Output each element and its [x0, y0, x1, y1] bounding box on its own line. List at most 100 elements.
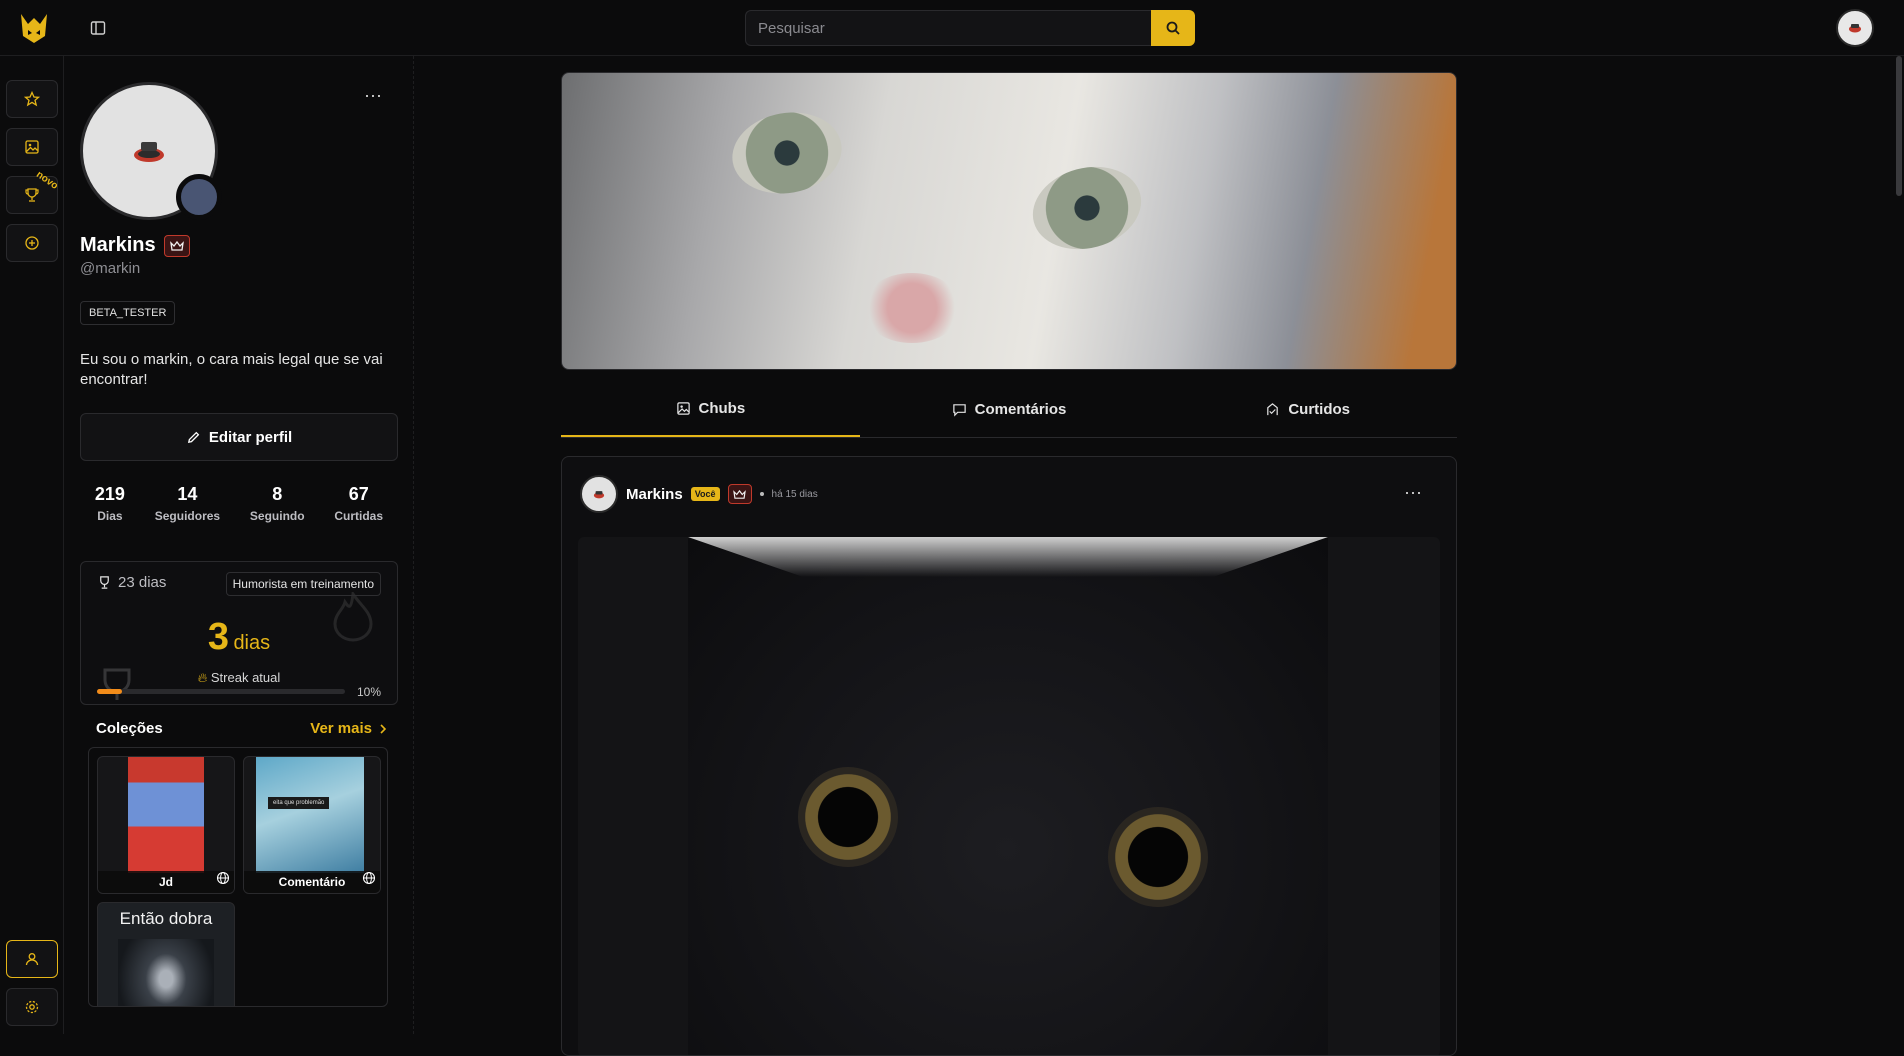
user-icon — [25, 953, 39, 966]
banner-cat-eye — [1023, 155, 1151, 261]
comment-icon — [952, 404, 966, 417]
crown-icon — [163, 234, 190, 257]
edit-profile-button[interactable]: Editar perfil — [80, 413, 398, 461]
rail-add-button[interactable] — [6, 224, 58, 262]
tab-liked[interactable]: Curtidos — [1158, 382, 1457, 437]
collection-thumbnail: eita que problemão — [256, 757, 364, 873]
see-more-label: Ver mais — [310, 720, 372, 737]
post-author-name[interactable]: Markins — [626, 486, 683, 503]
stat-following[interactable]: 8 Seguindo — [250, 484, 305, 523]
stat-label: Dias — [97, 509, 123, 523]
collection-card[interactable]: Jd — [97, 756, 235, 894]
rail-settings-button[interactable] — [6, 988, 58, 1026]
tab-label: Chubs — [698, 400, 746, 417]
profile-tabs: Chubs Comentários Curtidos — [561, 382, 1457, 438]
collections-see-more-link[interactable]: Ver mais — [310, 720, 388, 737]
tab-chubs[interactable]: Chubs — [561, 382, 860, 437]
stat-label: Curtidas — [334, 509, 384, 523]
cat-eye — [1108, 807, 1208, 907]
tab-label: Comentários — [974, 401, 1067, 418]
profile-name-row: Markins — [80, 234, 190, 257]
profile-banner — [561, 72, 1457, 370]
rail-trophies-button[interactable]: novo — [6, 169, 60, 214]
collection-thumbnail — [118, 939, 214, 1006]
post-image — [688, 537, 1328, 1055]
stat-days[interactable]: 219 Dias — [95, 484, 125, 523]
tab-label: Curtidos — [1288, 401, 1351, 418]
left-rail: novo — [0, 56, 64, 1034]
profile-handle: @markin — [80, 260, 141, 277]
post-more-button[interactable]: ⋯ — [1404, 483, 1422, 504]
search-icon — [1166, 21, 1180, 35]
profile-more-button[interactable]: ⋯ — [364, 86, 382, 107]
streak-progress-bar — [97, 689, 345, 694]
collection-label: Então dobra — [119, 909, 213, 928]
post-author-avatar[interactable] — [580, 475, 618, 513]
post-card: Markins Você há 15 dias ⋯ — [561, 456, 1457, 1056]
beta-badge: BETA_TESTER — [80, 301, 176, 325]
thumbnail-caption: eita que problemão — [268, 797, 330, 809]
collection-card[interactable]: Então dobra — [97, 902, 235, 1006]
profile-bio: Eu sou o markin, o cara mais legal que s… — [80, 351, 383, 388]
post-media[interactable] — [578, 537, 1440, 1055]
profile-name: Markins — [80, 234, 156, 256]
user-avatar[interactable] — [1836, 9, 1874, 47]
trophy-icon — [100, 576, 109, 589]
rail-favorites-button[interactable] — [6, 80, 58, 118]
cat-eye — [798, 767, 898, 867]
stat-value: 67 — [348, 484, 369, 504]
streak-card: 23 dias Humorista em treinamento 3 dias … — [80, 561, 398, 705]
banner-cat-nose — [862, 273, 962, 343]
plus-circle-icon — [25, 236, 39, 250]
streak-unit: dias — [233, 632, 271, 654]
banner-cat-eye — [725, 104, 849, 202]
collection-thumbnail — [128, 757, 204, 873]
streak-label: 🔥︎ Streak atual — [81, 670, 397, 686]
collections-title: Coleções — [96, 720, 163, 737]
app-logo-icon[interactable] — [18, 10, 50, 46]
streak-progress-fill — [97, 689, 122, 694]
post-image-background — [688, 537, 1328, 577]
collections-grid: Jd eita que problemão Comentário Então d… — [88, 747, 388, 1007]
star-icon — [24, 91, 40, 107]
liked-icon — [1267, 403, 1279, 416]
current-streak: 3 dias — [81, 616, 397, 659]
rail-gallery-button[interactable] — [6, 128, 58, 166]
tab-comments[interactable]: Comentários — [860, 382, 1159, 437]
page-scrollbar[interactable] — [1896, 56, 1902, 196]
separator-dot — [759, 492, 764, 496]
top-bar — [0, 0, 1904, 56]
you-badge: Você — [690, 487, 720, 501]
pencil-icon — [187, 431, 200, 443]
collections-section: Coleções Ver mais Jd eita que problemão … — [80, 720, 398, 1007]
gear-icon — [25, 1000, 39, 1014]
stat-likes[interactable]: 67 Curtidas — [334, 484, 383, 523]
rail-profile-button[interactable] — [6, 940, 58, 978]
stat-followers[interactable]: 14 Seguidores — [155, 484, 220, 523]
edit-profile-label: Editar perfil — [208, 428, 293, 446]
search-button[interactable] — [1151, 10, 1195, 46]
image-icon — [25, 140, 39, 154]
stat-label: Seguidores — [154, 509, 221, 523]
collection-card[interactable]: eita que problemão Comentário — [243, 756, 381, 894]
stat-value: 8 — [272, 484, 283, 504]
image-icon — [676, 402, 690, 415]
rank-badge: Humorista em treinamento — [225, 572, 381, 596]
globe-icon — [362, 871, 376, 890]
collection-label: Comentário — [244, 871, 380, 893]
flame-icon: 🔥︎ — [197, 670, 208, 685]
search-bar — [745, 10, 1195, 46]
stat-value: 14 — [177, 484, 198, 504]
main-content: Chubs Comentários Curtidos Markins Você … — [414, 56, 1904, 1056]
streak-label-text: Streak atual — [210, 670, 281, 685]
search-input[interactable] — [745, 10, 1151, 46]
globe-icon — [216, 871, 230, 890]
trophy-icon — [25, 188, 39, 202]
post-time: há 15 dias — [771, 488, 818, 500]
stat-label: Seguindo — [249, 509, 305, 523]
crown-icon — [727, 484, 752, 504]
profile-panel: ⋯ Markins @markin BETA_TESTER Eu sou o m… — [64, 56, 414, 1034]
streak-number: 3 — [207, 616, 229, 658]
chevron-right-icon — [380, 723, 387, 734]
sidebar-toggle-icon[interactable] — [86, 16, 110, 40]
